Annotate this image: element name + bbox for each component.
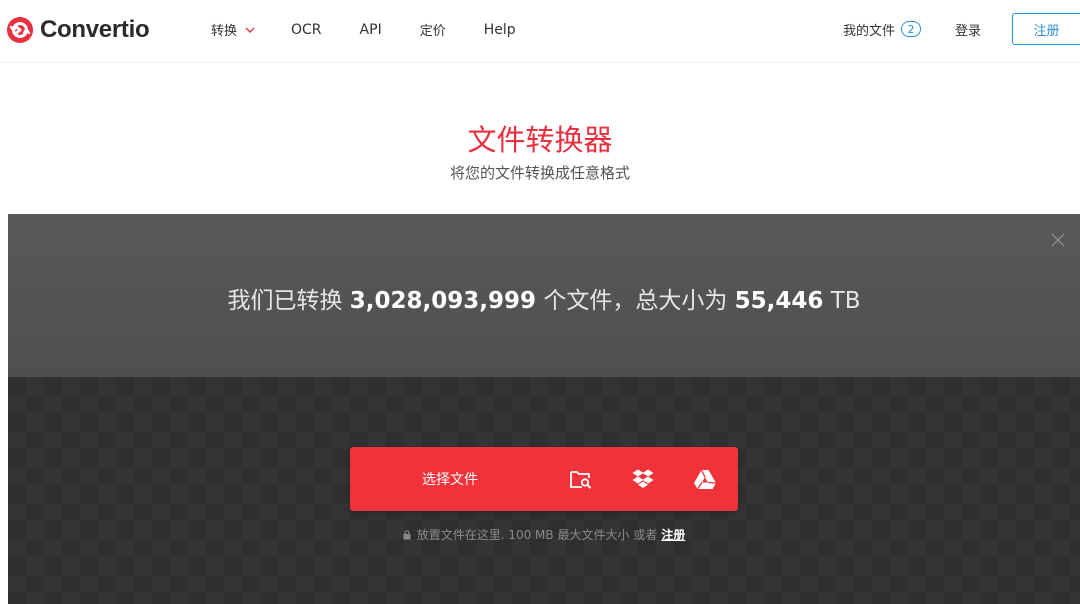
upload-bar: 选择文件 [350,447,738,511]
account-nav: 我的文件 2 登录 注册 [843,13,1080,45]
stats-unit: TB [830,288,861,314]
register-link[interactable]: 注册 [661,528,685,542]
folder-search-icon [570,471,591,489]
nav-ocr-label: OCR [291,21,322,38]
dropbox-icon [632,469,654,488]
nav-api-label: API [359,21,382,38]
nav-pricing-label: 定价 [419,24,446,39]
nav-help-label: Help [483,21,516,38]
page-title: 文件转换器 [467,123,613,157]
chevron-down-icon [245,27,255,33]
login-link[interactable]: 登录 [955,20,981,39]
my-files-label: 我的文件 [842,23,895,39]
dropbox-source-button[interactable] [612,447,674,511]
computer-source-button[interactable] [550,447,612,511]
my-files-count-badge: 2 [900,21,921,37]
upload-hint-text: 放置文件在这里. 100 MB 最大文件大小 或者 [416,528,658,542]
logo[interactable]: Convertio [7,16,150,44]
stats-banner: 我们已转换 3,028,093,999 个文件，总大小为 55,446 TB [8,214,1080,377]
choose-files-button[interactable]: 选择文件 [350,447,550,511]
upload-hint: 放置文件在这里. 100 MB 最大文件大小 或者 注册 [8,526,1080,543]
nav-api[interactable]: API [360,22,382,38]
choose-files-label: 选择文件 [422,472,478,488]
stats-files-count: 3,028,093,999 [349,288,537,314]
top-header: Convertio 转换 OCR API 定价 Help 我的文件 2 登录 注… [0,0,1080,63]
nav-ocr[interactable]: OCR [291,22,322,38]
stats-middle: 个文件，总大小为 [543,288,728,314]
logo-text: Convertio [40,16,150,43]
nav-convert-label: 转换 [211,24,238,39]
file-drop-zone[interactable]: 选择文件 放置文件在这里. 100 MB 最大文件大小 或者 注册 [8,377,1080,604]
login-label: 登录 [954,23,981,39]
my-files-link[interactable]: 我的文件 2 [843,20,921,39]
register-label: 注册 [1033,23,1060,39]
google-drive-icon [694,469,717,490]
nav-pricing[interactable]: 定价 [420,20,446,39]
converter-panel: 我们已转换 3,028,093,999 个文件，总大小为 55,446 TB 选… [8,214,1080,604]
page-subtitle: 将您的文件转换成任意格式 [449,164,630,182]
convertio-logo-icon [7,17,33,43]
nav-help[interactable]: Help [484,22,516,38]
register-button[interactable]: 注册 [1012,13,1080,45]
lock-icon [403,530,411,540]
conversion-stats: 我们已转换 3,028,093,999 个文件，总大小为 55,446 TB [8,281,1080,315]
stats-prefix: 我们已转换 [227,288,343,314]
close-icon[interactable] [1050,232,1066,248]
main-nav: 转换 OCR API 定价 Help [211,20,554,40]
nav-convert[interactable]: 转换 [211,20,255,39]
stats-total-size: 55,446 [734,288,824,314]
google-drive-source-button[interactable] [674,447,736,511]
